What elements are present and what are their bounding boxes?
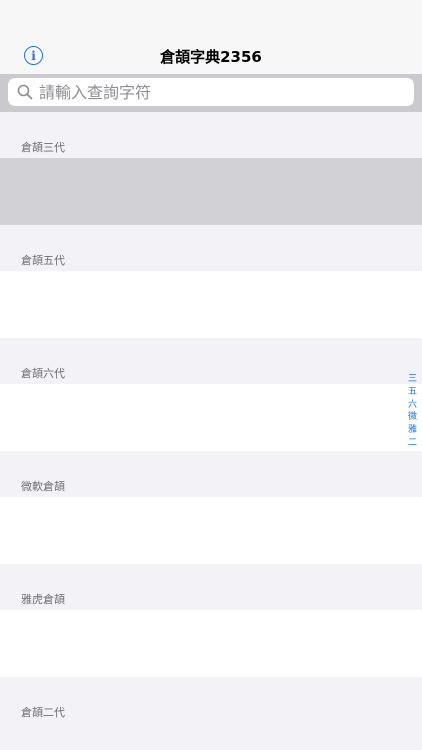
- index-item-yahoo[interactable]: 雅: [408, 424, 417, 437]
- section-row-cangjie-5[interactable]: [0, 271, 422, 338]
- search-input[interactable]: [35, 82, 414, 102]
- search-icon: [15, 82, 35, 102]
- section-list: 倉頡三代 倉頡五代 倉頡六代 微軟倉頡 雅虎倉頡 倉頡二代: [0, 112, 422, 723]
- section-header-cangjie-3: 倉頡三代: [0, 112, 422, 158]
- section-row-microsoft-cangjie[interactable]: [0, 497, 422, 564]
- index-item-6[interactable]: 六: [408, 399, 417, 412]
- section-row-cangjie-6[interactable]: [0, 384, 422, 451]
- index-item-2[interactable]: 二: [408, 437, 417, 450]
- status-area: [0, 0, 422, 38]
- index-item-5[interactable]: 五: [408, 386, 417, 399]
- navigation-bar: i 倉頡字典2356: [0, 38, 422, 74]
- section-header-cangjie-2: 倉頡二代: [0, 677, 422, 723]
- section-header-yahoo-cangjie: 雅虎倉頡: [0, 564, 422, 610]
- section-header-microsoft-cangjie: 微軟倉頡: [0, 451, 422, 497]
- section-row-yahoo-cangjie[interactable]: [0, 610, 422, 677]
- search-field[interactable]: [8, 78, 414, 106]
- section-header-cangjie-6: 倉頡六代: [0, 338, 422, 384]
- index-item-3[interactable]: 三: [408, 373, 417, 386]
- page-title: 倉頡字典2356: [160, 48, 262, 66]
- search-bar: [0, 74, 422, 112]
- section-row-cangjie-3[interactable]: [0, 158, 422, 225]
- section-header-cangjie-5: 倉頡五代: [0, 225, 422, 271]
- index-item-microsoft[interactable]: 微: [408, 411, 417, 424]
- section-index-bar[interactable]: 三 五 六 微 雅 二: [406, 373, 419, 450]
